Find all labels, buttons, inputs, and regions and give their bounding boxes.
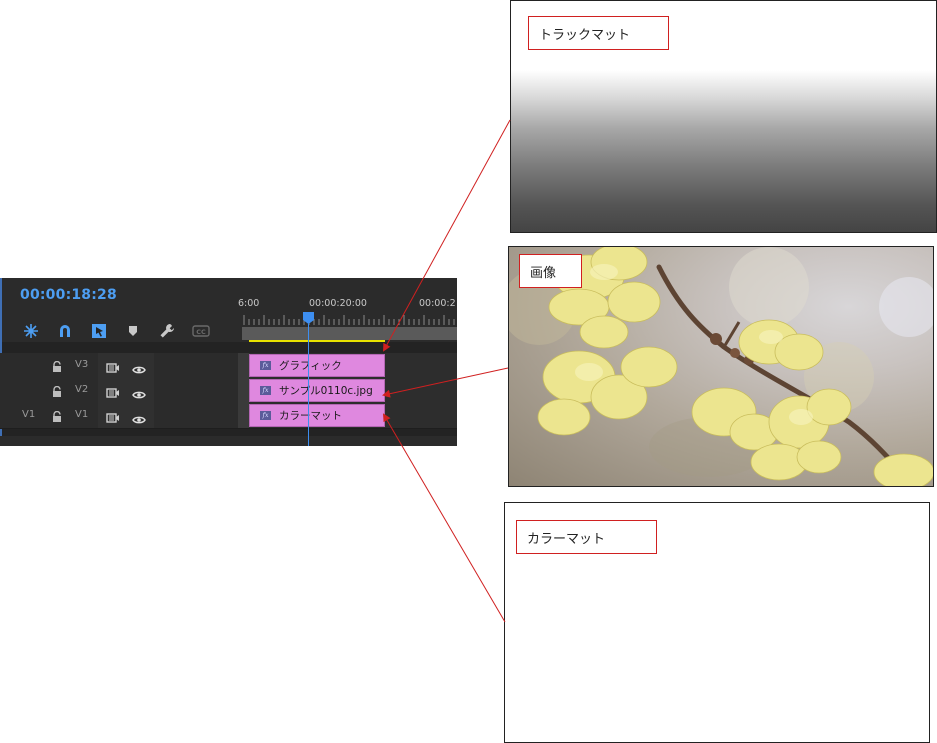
ruler-label: 00:00:20:00 (309, 298, 367, 309)
playhead-line (308, 324, 309, 446)
lane-gap (238, 403, 249, 428)
track-header-v3: V3 (0, 353, 238, 379)
magnet-icon[interactable] (56, 322, 74, 340)
captions-icon[interactable]: CC (192, 322, 210, 340)
track-name: V3 (75, 359, 89, 370)
lane-gap (238, 353, 249, 378)
callout-color-matte: カラーマット (516, 520, 657, 554)
fx-badge-icon[interactable]: fx (260, 386, 271, 395)
sync-lock-icon[interactable] (106, 384, 120, 403)
ruler-ticks (243, 315, 455, 325)
lock-icon[interactable] (52, 383, 62, 402)
clip-graphic[interactable]: fx グラフィック (249, 354, 385, 377)
eye-icon[interactable] (132, 385, 146, 404)
lock-icon[interactable] (52, 408, 62, 427)
eye-icon[interactable] (132, 360, 146, 379)
fx-badge-icon[interactable]: fx (260, 361, 271, 370)
clip-label: グラフィック (279, 360, 342, 372)
ruler-label: 00:00:2 (419, 298, 456, 309)
clip-color-matte[interactable]: fx カラーマット (249, 404, 385, 427)
sequence-timeline-panel: 00:00:18:28 CC 6:00 00:00:20:00 00:00:2 … (0, 278, 457, 446)
track-name: V1 (75, 409, 89, 420)
render-bar (249, 340, 385, 342)
eye-icon[interactable] (132, 410, 146, 429)
arrow-color-matte (382, 413, 506, 623)
sync-lock-icon[interactable] (106, 409, 120, 428)
track-header-v2: V2 (0, 378, 238, 404)
playhead-handle-icon[interactable] (303, 312, 314, 324)
track-header-v1: V1 V1 (0, 403, 238, 429)
svg-text:CC: CC (196, 328, 206, 336)
track-name: V2 (75, 384, 89, 395)
ruler-label: 6:00 (238, 298, 260, 309)
clip-label: カラーマット (279, 410, 342, 422)
playhead-timecode[interactable]: 00:00:18:28 (20, 287, 117, 303)
lock-icon[interactable] (52, 358, 62, 377)
sync-lock-icon[interactable] (106, 359, 120, 378)
callout-image: 画像 (519, 254, 582, 288)
fx-badge-icon[interactable]: fx (260, 411, 271, 420)
lane-gap (238, 378, 249, 403)
work-area-bar[interactable] (242, 327, 457, 340)
marker-icon[interactable] (124, 322, 142, 340)
clip-image[interactable]: fx サンプル0110c.jpg (249, 379, 385, 402)
wrench-icon[interactable] (158, 322, 176, 340)
snap-icon[interactable] (22, 322, 40, 340)
clip-label: サンプル0110c.jpg (279, 385, 373, 397)
source-patch[interactable]: V1 (22, 409, 35, 420)
callout-track-matte: トラックマット (528, 16, 669, 50)
linked-selection-icon[interactable] (90, 322, 108, 340)
audio-track-header-partial (0, 436, 457, 446)
